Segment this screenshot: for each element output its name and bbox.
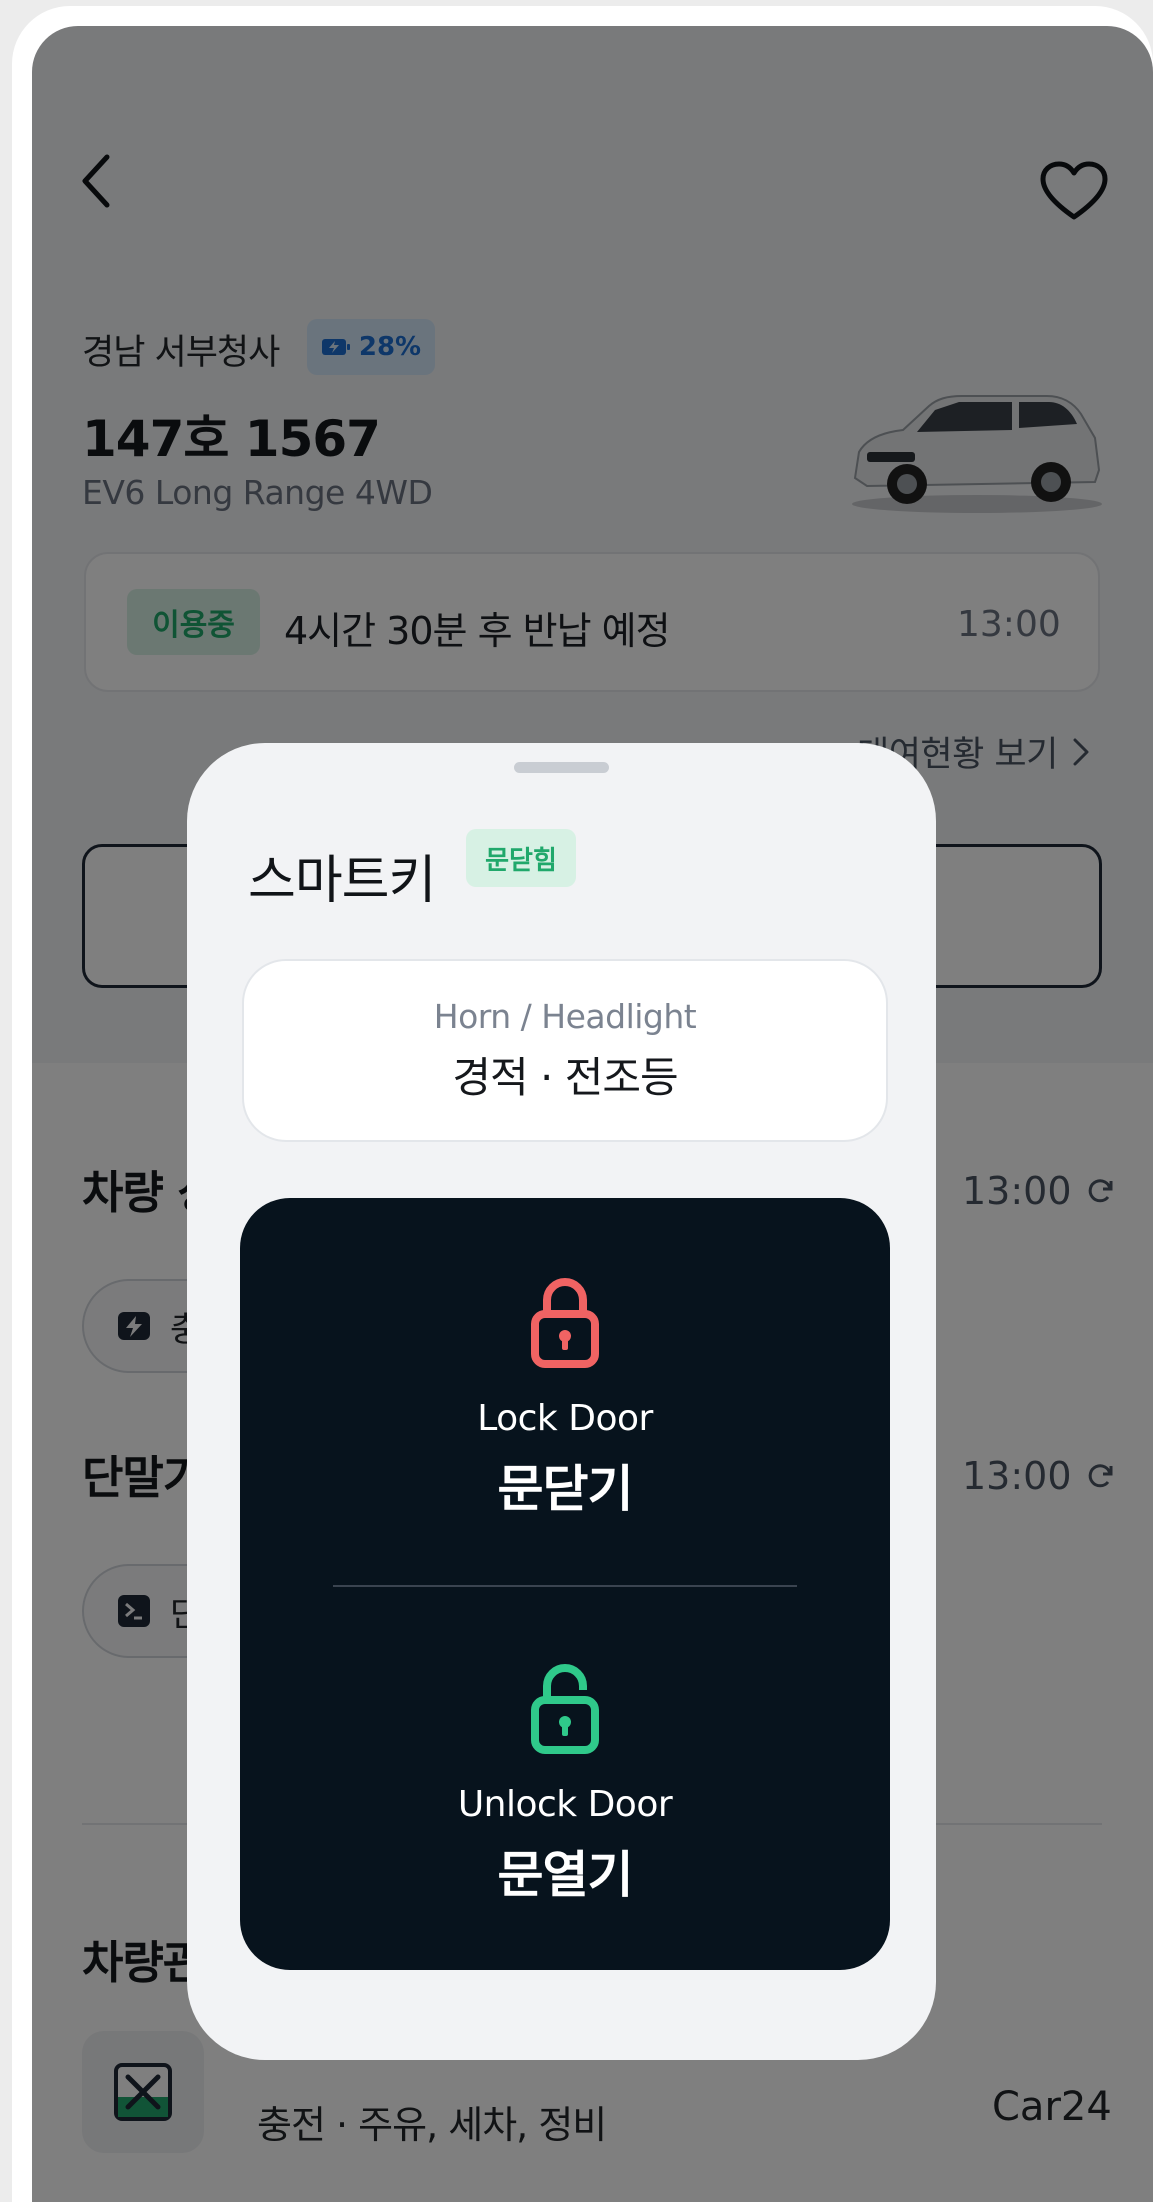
unlock-door-button[interactable]: Unlock Door 문열기 [240, 1662, 890, 1907]
lock-door-button[interactable]: Lock Door 문닫기 [240, 1276, 890, 1521]
door-status-badge: 문닫힘 [466, 829, 576, 887]
door-control-panel: Lock Door 문닫기 Unlock Door 문열기 [240, 1198, 890, 1970]
lock-label-ko: 문닫기 [497, 1460, 634, 1518]
lock-label-en: Lock Door [477, 1398, 653, 1439]
panel-divider [333, 1585, 797, 1587]
horn-headlight-button[interactable]: Horn / Headlight 경적 · 전조등 [242, 959, 888, 1142]
unlock-label-ko: 문열기 [497, 1846, 634, 1904]
drag-handle[interactable] [514, 762, 609, 773]
unlock-icon [531, 1664, 599, 1754]
modal-title: 스마트키 [248, 851, 436, 911]
horn-label-en: Horn / Headlight [433, 996, 697, 1036]
horn-label-ko: 경적 · 전조등 [452, 1052, 678, 1102]
lock-icon [531, 1278, 599, 1368]
unlock-label-en: Unlock Door [457, 1784, 673, 1825]
